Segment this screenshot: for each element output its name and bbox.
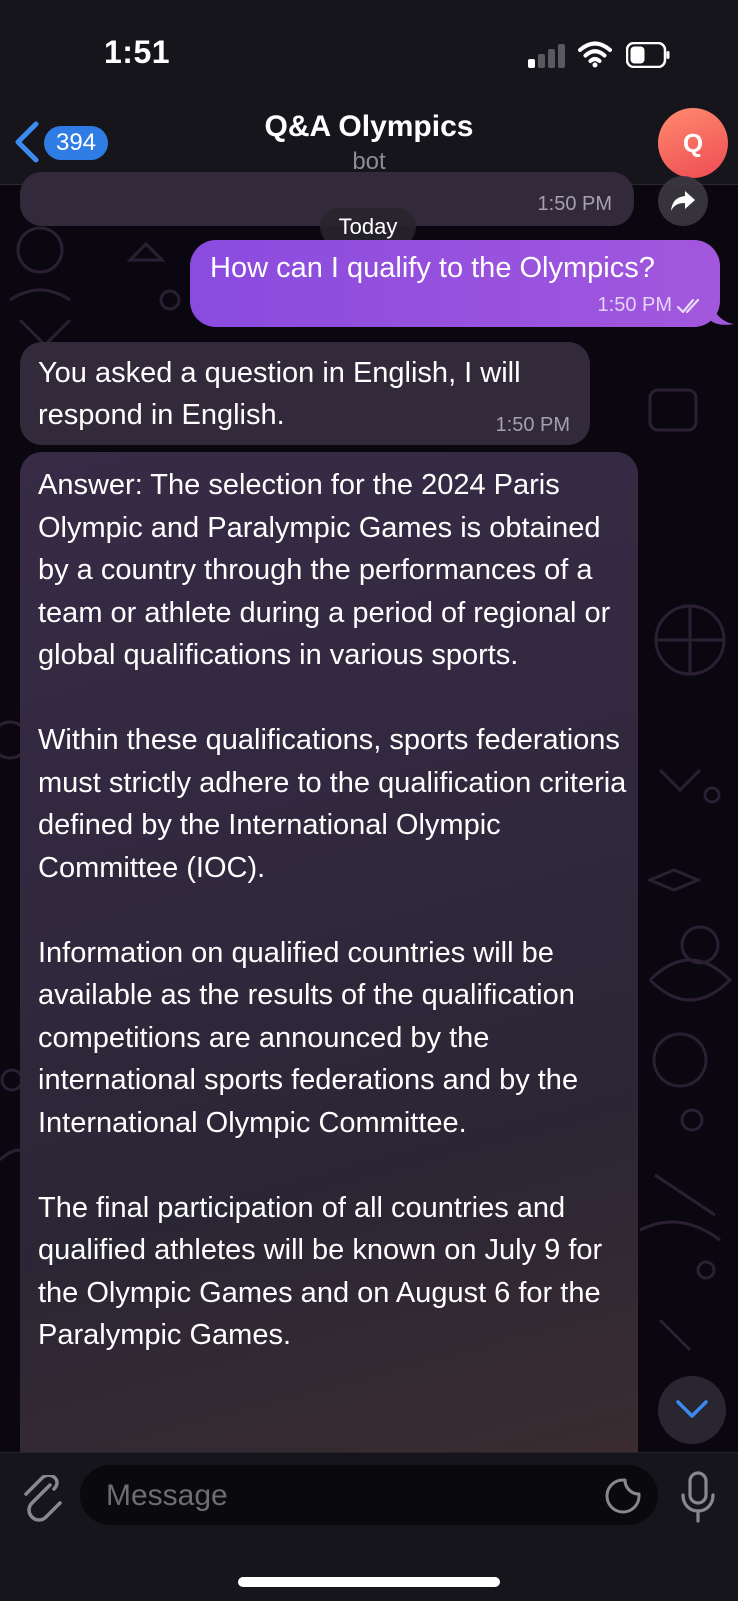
double-check-icon xyxy=(676,298,700,314)
avatar[interactable]: Q xyxy=(658,108,728,178)
microphone-icon[interactable] xyxy=(680,1471,716,1525)
status-bar: 1:51 xyxy=(0,0,738,104)
wifi-icon xyxy=(578,41,612,68)
message-composer xyxy=(0,1452,738,1601)
message-time: 1:50 PM xyxy=(597,294,672,316)
message-field xyxy=(80,1465,658,1527)
signal-icon xyxy=(528,42,568,68)
incoming-answer-bubble[interactable]: Answer: The selection for the 2024 Paris… xyxy=(20,452,638,1452)
share-icon xyxy=(671,191,695,211)
message-text: How can I qualify to the Olympics? xyxy=(210,252,655,284)
scroll-down-icon xyxy=(676,1400,708,1418)
chat-title[interactable]: Q&A Olympics xyxy=(0,110,738,144)
home-indicator xyxy=(238,1577,500,1587)
paperclip-icon[interactable] xyxy=(20,1475,64,1523)
share-button[interactable] xyxy=(658,176,708,226)
sticker-icon[interactable] xyxy=(604,1477,642,1515)
message-time: 1:50 PM xyxy=(495,414,570,436)
message-text: You asked a question in English, I will … xyxy=(38,357,521,431)
message-text: Answer: The selection for the 2024 Paris… xyxy=(38,469,627,1351)
battery-icon xyxy=(626,42,670,68)
message-time: 1:50 PM xyxy=(537,193,612,215)
status-time: 1:51 xyxy=(104,34,171,70)
message-input[interactable] xyxy=(104,1465,568,1527)
outgoing-message-bubble[interactable]: How can I qualify to the Olympics? 1:50 … xyxy=(190,240,720,327)
scroll-down-button[interactable] xyxy=(658,1376,726,1444)
incoming-message-bubble[interactable]: You asked a question in English, I will … xyxy=(20,342,590,445)
bubble-tail xyxy=(710,300,734,325)
